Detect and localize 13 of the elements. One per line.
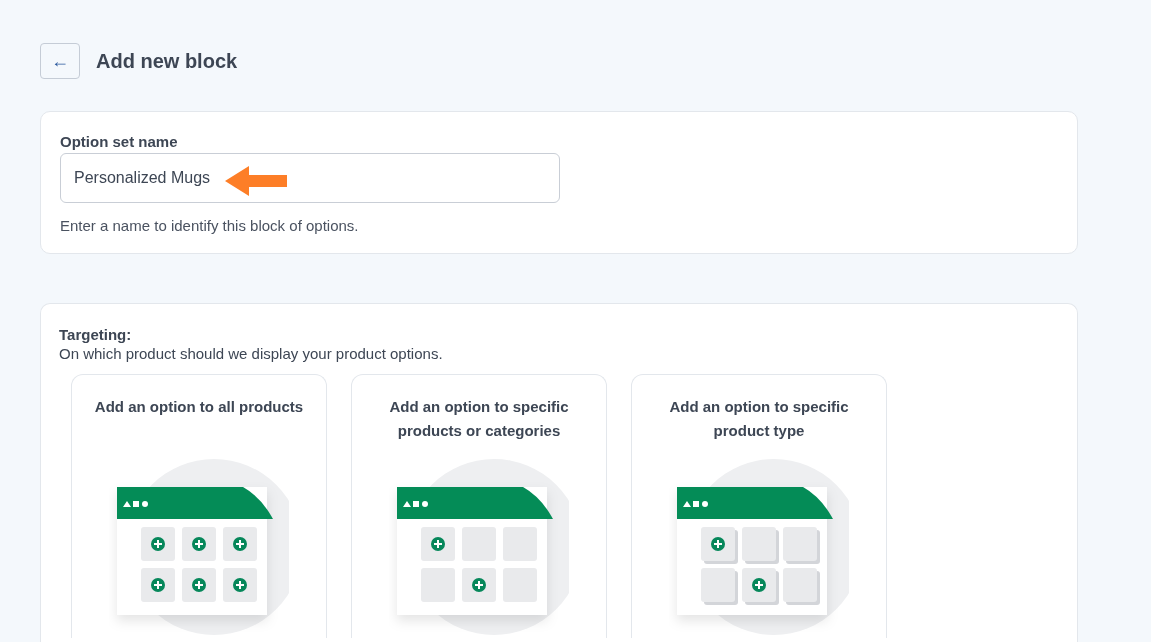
section-title: Targeting:: [59, 326, 133, 343]
option-set-name-field[interactable]: Personalized Mugs: [60, 153, 560, 203]
option-title: Add an option to specific product type: [668, 397, 850, 441]
back-button[interactable]: ←: [40, 43, 80, 79]
option-card[interactable]: Add an option to specific products or categories: [351, 374, 607, 638]
option-title: Add an option to specific products or categories: [388, 397, 570, 441]
help-text: Enter a name to identify this block of options.: [60, 217, 360, 234]
page-title: Add new block: [96, 49, 238, 73]
option-card[interactable]: Add an option to all products: [71, 374, 327, 638]
option-title: Add an option to all products: [94, 397, 304, 417]
section-subtitle: On which product should we display your product options.: [59, 345, 444, 362]
field-label: Option set name: [60, 133, 179, 150]
option-card[interactable]: Add an option to specific product type: [631, 374, 887, 638]
